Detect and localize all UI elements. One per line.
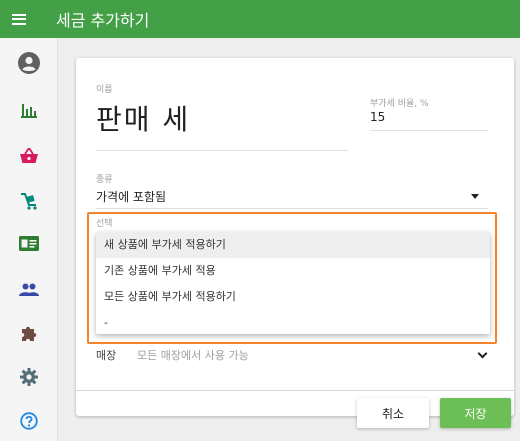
apply-option-new-products[interactable]: 새 상품에 부가세 적용하기 xyxy=(96,232,490,258)
store-availability-row[interactable]: 매장 모든 매장에서 사용 가능 xyxy=(96,347,492,365)
people-icon[interactable] xyxy=(0,274,58,304)
type-select[interactable]: 가격에 포함됨 xyxy=(96,188,166,205)
cart-icon[interactable] xyxy=(0,186,58,216)
tax-rate-underline xyxy=(370,130,488,131)
apply-option-existing-products[interactable]: 기존 상품에 부가세 적용 xyxy=(96,258,490,284)
shopping-basket-icon[interactable] xyxy=(0,140,58,170)
menu-icon[interactable] xyxy=(0,0,38,38)
type-dropdown-arrow-icon[interactable] xyxy=(471,194,479,199)
account-circle-icon[interactable] xyxy=(0,48,58,78)
help-icon[interactable] xyxy=(0,406,58,436)
name-label: 이름 xyxy=(96,85,113,95)
store-label: 매장 xyxy=(96,349,117,362)
page-title: 세금 추가하기 xyxy=(56,11,150,30)
chevron-down-icon[interactable] xyxy=(477,348,488,359)
apply-option-all-products[interactable]: 모든 상품에 부가세 적용하기 xyxy=(96,284,490,310)
apply-option-none[interactable]: - xyxy=(96,310,490,334)
apply-select-label: 선택 xyxy=(96,219,113,229)
type-label: 종류 xyxy=(96,175,113,185)
type-underline xyxy=(96,208,488,209)
tax-rate-label: 부가세 비율, % xyxy=(370,99,429,109)
apply-options-menu: 새 상품에 부가세 적용하기 기존 상품에 부가세 적용 모든 상품에 부가세 … xyxy=(96,232,490,334)
cancel-button[interactable]: 취소 xyxy=(357,398,429,428)
store-value: 모든 매장에서 사용 가능 xyxy=(137,349,249,362)
tax-rate-input[interactable]: 15 xyxy=(370,110,385,124)
save-button[interactable]: 저장 xyxy=(440,398,511,428)
side-rail xyxy=(0,38,58,441)
settings-icon[interactable] xyxy=(0,362,58,392)
name-underline xyxy=(96,150,348,151)
footer-divider xyxy=(76,390,514,391)
name-input[interactable]: 판매 세 xyxy=(96,98,190,138)
puzzle-icon[interactable] xyxy=(0,318,58,348)
bar-chart-icon[interactable] xyxy=(0,96,58,126)
id-card-icon[interactable] xyxy=(0,228,58,258)
app-bar: 세금 추가하기 xyxy=(0,0,520,38)
